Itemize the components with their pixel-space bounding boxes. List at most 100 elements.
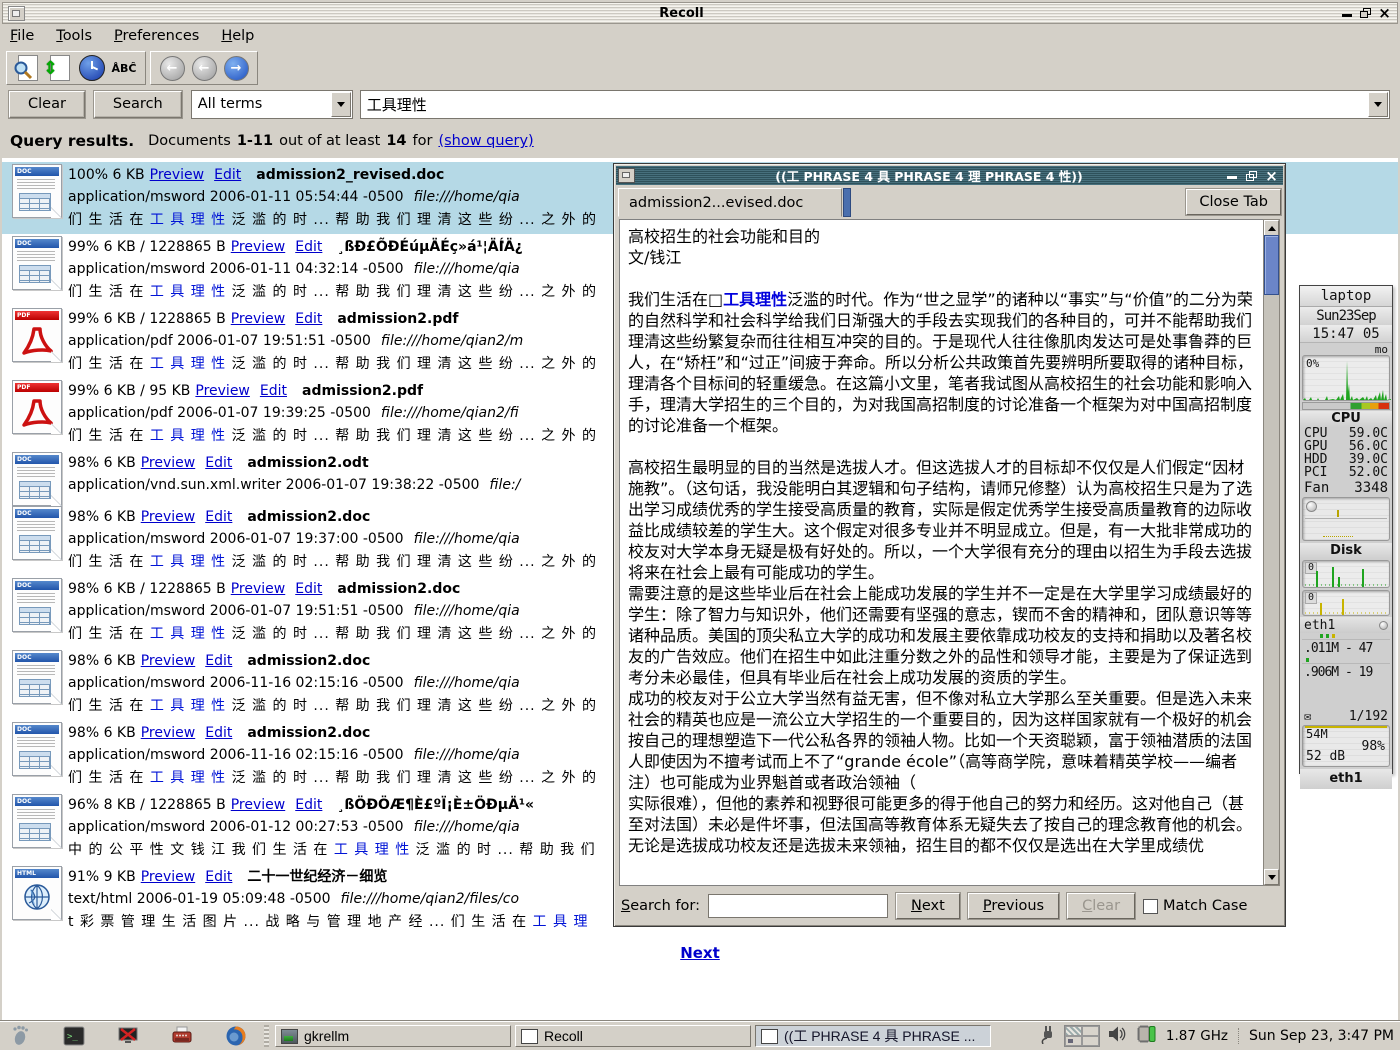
doc-icon: DOC [12, 452, 62, 506]
first-page-icon[interactable]: ← [157, 54, 187, 82]
workspace-pager[interactable] [1064, 1025, 1100, 1047]
result-edit-link[interactable]: Edit [205, 653, 232, 669]
text-editor-icon[interactable] [170, 1025, 194, 1047]
scroll-up-icon[interactable] [1264, 220, 1279, 236]
result-preview-link[interactable]: Preview [141, 869, 196, 885]
result-preview-link[interactable]: Preview [231, 311, 286, 327]
result-title: admission2.doc [337, 581, 460, 597]
volume-icon[interactable] [1108, 1025, 1128, 1047]
close-button[interactable]: × [1376, 6, 1393, 20]
term-explorer-icon[interactable]: ÅBĈ [109, 54, 139, 82]
preview-maximize-button[interactable] [1243, 169, 1260, 183]
result-preview-link[interactable]: Preview [231, 797, 286, 813]
cpu-section-title[interactable]: CPU [1300, 411, 1392, 427]
minimize-button[interactable] [1338, 6, 1355, 20]
clear-button[interactable]: Clear [9, 91, 85, 118]
find-previous-button[interactable]: Previous [968, 893, 1059, 919]
eth1-label-row[interactable]: eth1 [1300, 617, 1392, 633]
fan-knob[interactable] [1306, 501, 1317, 512]
search-button[interactable]: Search [94, 91, 182, 118]
next-page-icon[interactable]: → [221, 54, 251, 82]
scrollbar-thumb[interactable] [1264, 235, 1279, 295]
mail-row[interactable]: ✉ 1/192 [1300, 707, 1392, 725]
result-preview-link[interactable]: Preview [150, 167, 205, 183]
result-mime-date: text/html 2006-01-19 05:09:48 -0500 [68, 891, 331, 907]
result-preview-link[interactable]: Preview [231, 239, 286, 255]
result-edit-link[interactable]: Edit [295, 311, 322, 327]
menu-help[interactable]: Help [221, 28, 254, 44]
preview-close-button[interactable]: × [1263, 169, 1280, 183]
power-plug-icon[interactable] [1040, 1024, 1056, 1048]
result-edit-link[interactable]: Edit [295, 797, 322, 813]
window-menu-button[interactable] [8, 6, 25, 21]
menu-tools[interactable]: Tools [56, 28, 92, 44]
match-case-checkbox[interactable] [1143, 899, 1158, 914]
gkrellm-task-icon [281, 1029, 298, 1044]
cpu-frequency-icon[interactable] [1136, 1024, 1156, 1048]
menu-file[interactable]: File [10, 28, 34, 44]
close-tab-button[interactable]: Close Tab [1186, 189, 1281, 215]
cpu-frequency-value: 1.87 GHz [1166, 1028, 1228, 1044]
previous-page-icon[interactable]: ← [189, 54, 219, 82]
next-page-link[interactable]: Next [2, 944, 1398, 962]
lock-screen-icon[interactable] [116, 1025, 140, 1047]
result-edit-link[interactable]: Edit [205, 509, 232, 525]
search-history-chevron-icon[interactable] [1368, 92, 1388, 117]
gkrellm-hostname[interactable]: laptop [1300, 286, 1392, 307]
search-for-label: Search for: [621, 898, 700, 914]
taskbar-handle[interactable] [264, 1025, 269, 1047]
show-query-link[interactable]: (show query) [438, 133, 533, 149]
net-total: 54M [1306, 727, 1328, 741]
menu-preferences[interactable]: Preferences [114, 28, 199, 44]
preview-tab[interactable]: admission2...evised.doc [618, 188, 842, 217]
doc-icon: DOC [12, 650, 62, 704]
scroll-down-icon[interactable] [1264, 869, 1279, 885]
preview-search-input[interactable] [708, 894, 888, 918]
preview-minimize-button[interactable] [1223, 169, 1240, 183]
maximize-button[interactable] [1357, 6, 1374, 20]
result-edit-link[interactable]: Edit [295, 239, 322, 255]
find-clear-button[interactable]: Clear [1067, 893, 1135, 919]
search-input[interactable] [361, 95, 1368, 113]
find-next-button[interactable]: Next [896, 893, 960, 919]
result-preview-link[interactable]: Preview [141, 725, 196, 741]
fan-chart[interactable] [1302, 497, 1390, 541]
disk-read-chart[interactable]: 0 [1302, 560, 1390, 588]
result-preview-link[interactable]: Preview [141, 653, 196, 669]
chevron-down-icon[interactable] [331, 92, 351, 117]
result-edit-link[interactable]: Edit [205, 725, 232, 741]
fan-value: 3348 [1354, 480, 1388, 496]
snippet-text: 泛 滥 的 时 ... 帮 助 我 们 理 清 这 些 纷 ... 之 外 的 [226, 626, 597, 642]
history-icon[interactable] [77, 54, 107, 82]
net-usage-panel[interactable]: 54M 98% 52 dB [1302, 725, 1390, 767]
result-edit-link[interactable]: Edit [214, 167, 241, 183]
terminal-icon[interactable]: >_ [62, 1025, 86, 1047]
preview-scrollbar[interactable] [1263, 219, 1280, 886]
result-preview-link[interactable]: Preview [141, 509, 196, 525]
taskbar-clock[interactable]: Sun Sep 23, 3:47 PM [1238, 1028, 1394, 1044]
result-preview-link[interactable]: Preview [141, 455, 196, 471]
cpu-chart[interactable]: 0% [1302, 355, 1390, 401]
gnome-menu-icon[interactable] [8, 1025, 32, 1047]
search-mode-select[interactable]: All terms [191, 90, 353, 119]
disk-section-title[interactable]: Disk [1300, 543, 1392, 559]
result-edit-link[interactable]: Edit [205, 455, 232, 471]
task-label: Recoll [544, 1028, 583, 1044]
result-preview-link[interactable]: Preview [231, 581, 286, 597]
firefox-icon[interactable] [224, 1025, 248, 1047]
task-button[interactable]: gkrellm [275, 1025, 511, 1047]
result-edit-link[interactable]: Edit [260, 383, 287, 399]
result-edit-link[interactable]: Edit [205, 869, 232, 885]
disk-write-chart[interactable]: 0 [1302, 590, 1390, 616]
sort-parameters-icon[interactable]: ⇕ [45, 54, 75, 82]
preview-window-menu-button[interactable] [618, 168, 635, 183]
mail-count: 1/192 [1349, 709, 1388, 724]
result-preview-link[interactable]: Preview [195, 383, 250, 399]
eth1-button[interactable] [1379, 621, 1388, 630]
task-button[interactable]: Recoll [515, 1025, 751, 1047]
advanced-search-icon[interactable] [13, 54, 43, 82]
preview-text: 我们生活在□ [628, 290, 723, 309]
eth1-section-title[interactable]: eth1 [1300, 769, 1392, 789]
result-edit-link[interactable]: Edit [295, 581, 322, 597]
task-button[interactable]: ((工 PHRASE 4 具 PHRASE ... [755, 1025, 991, 1047]
